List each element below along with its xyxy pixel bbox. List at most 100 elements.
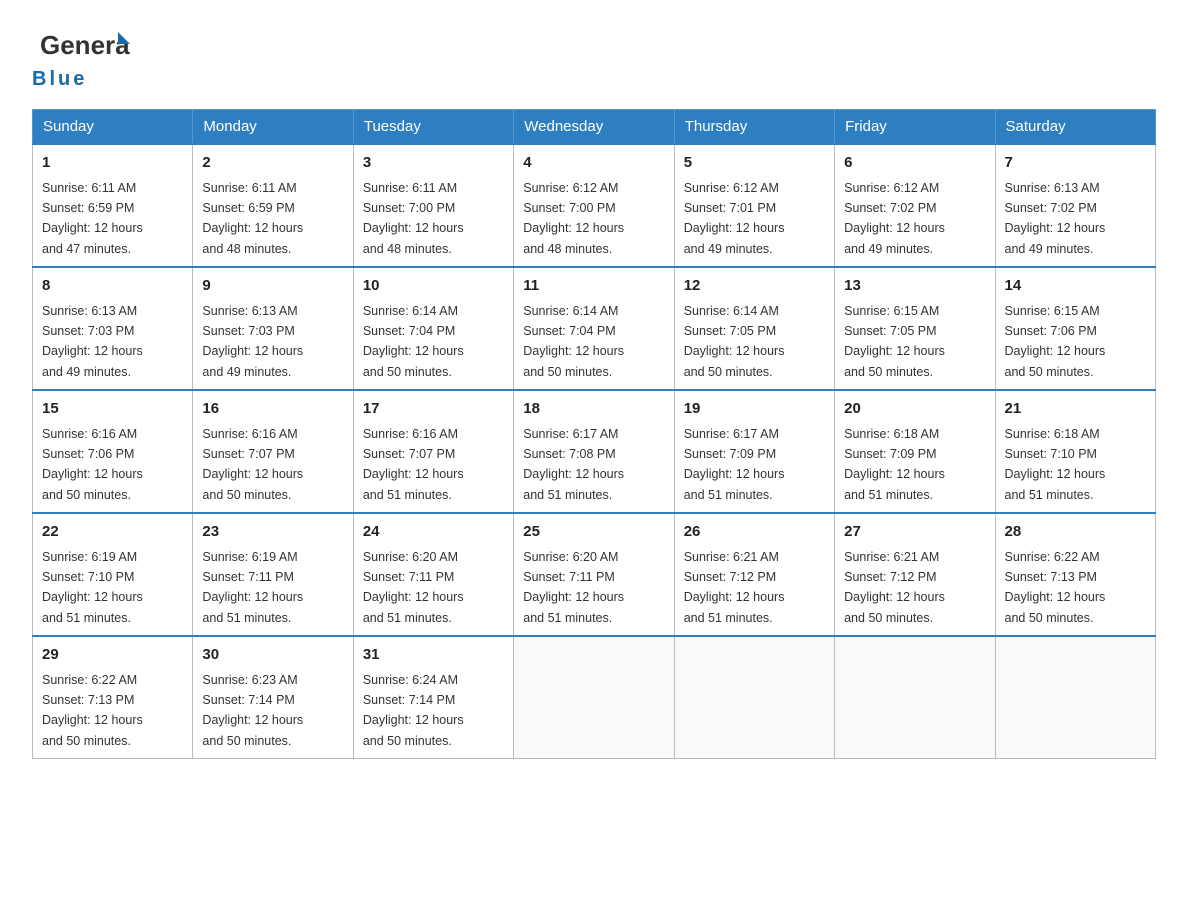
day-number: 1 [42,152,183,175]
day-info: Sunrise: 6:13 AMSunset: 7:02 PMDaylight:… [1005,181,1106,256]
calendar-header-row: SundayMondayTuesdayWednesdayThursdayFrid… [33,110,1156,145]
calendar-cell: 29 Sunrise: 6:22 AMSunset: 7:13 PMDaylig… [33,636,193,759]
day-info: Sunrise: 6:12 AMSunset: 7:02 PMDaylight:… [844,181,945,256]
day-info: Sunrise: 6:13 AMSunset: 7:03 PMDaylight:… [202,304,303,379]
day-number: 18 [523,398,664,421]
day-number: 11 [523,275,664,298]
day-number: 31 [363,644,504,667]
calendar-cell: 11 Sunrise: 6:14 AMSunset: 7:04 PMDaylig… [514,267,674,390]
day-info: Sunrise: 6:24 AMSunset: 7:14 PMDaylight:… [363,673,464,748]
day-info: Sunrise: 6:11 AMSunset: 6:59 PMDaylight:… [202,181,303,256]
day-number: 24 [363,521,504,544]
day-number: 20 [844,398,985,421]
logo: General Blue [32,24,130,91]
week-row-3: 15 Sunrise: 6:16 AMSunset: 7:06 PMDaylig… [33,390,1156,513]
logo-svg: General [40,24,130,68]
calendar-cell: 14 Sunrise: 6:15 AMSunset: 7:06 PMDaylig… [995,267,1155,390]
day-number: 12 [684,275,825,298]
day-info: Sunrise: 6:19 AMSunset: 7:11 PMDaylight:… [202,550,303,625]
calendar-cell: 30 Sunrise: 6:23 AMSunset: 7:14 PMDaylig… [193,636,353,759]
calendar-cell: 28 Sunrise: 6:22 AMSunset: 7:13 PMDaylig… [995,513,1155,636]
day-info: Sunrise: 6:14 AMSunset: 7:04 PMDaylight:… [363,304,464,379]
calendar-cell [514,636,674,759]
calendar-cell: 9 Sunrise: 6:13 AMSunset: 7:03 PMDayligh… [193,267,353,390]
calendar-cell: 15 Sunrise: 6:16 AMSunset: 7:06 PMDaylig… [33,390,193,513]
day-info: Sunrise: 6:16 AMSunset: 7:07 PMDaylight:… [202,427,303,502]
day-info: Sunrise: 6:23 AMSunset: 7:14 PMDaylight:… [202,673,303,748]
svg-text:General: General [40,30,130,60]
calendar-cell: 7 Sunrise: 6:13 AMSunset: 7:02 PMDayligh… [995,144,1155,267]
day-number: 7 [1005,152,1146,175]
week-row-2: 8 Sunrise: 6:13 AMSunset: 7:03 PMDayligh… [33,267,1156,390]
calendar-cell: 23 Sunrise: 6:19 AMSunset: 7:11 PMDaylig… [193,513,353,636]
day-info: Sunrise: 6:21 AMSunset: 7:12 PMDaylight:… [844,550,945,625]
day-number: 26 [684,521,825,544]
day-number: 10 [363,275,504,298]
logo-blue-line: Blue [32,68,130,91]
day-number: 21 [1005,398,1146,421]
day-number: 23 [202,521,343,544]
col-header-wednesday: Wednesday [514,110,674,145]
day-info: Sunrise: 6:12 AMSunset: 7:00 PMDaylight:… [523,181,624,256]
day-info: Sunrise: 6:11 AMSunset: 6:59 PMDaylight:… [42,181,143,256]
day-info: Sunrise: 6:17 AMSunset: 7:09 PMDaylight:… [684,427,785,502]
day-info: Sunrise: 6:18 AMSunset: 7:09 PMDaylight:… [844,427,945,502]
day-info: Sunrise: 6:19 AMSunset: 7:10 PMDaylight:… [42,550,143,625]
day-number: 17 [363,398,504,421]
day-number: 4 [523,152,664,175]
day-info: Sunrise: 6:22 AMSunset: 7:13 PMDaylight:… [1005,550,1106,625]
col-header-sunday: Sunday [33,110,193,145]
calendar-cell: 12 Sunrise: 6:14 AMSunset: 7:05 PMDaylig… [674,267,834,390]
day-info: Sunrise: 6:22 AMSunset: 7:13 PMDaylight:… [42,673,143,748]
day-number: 29 [42,644,183,667]
calendar-cell: 22 Sunrise: 6:19 AMSunset: 7:10 PMDaylig… [33,513,193,636]
calendar-cell: 17 Sunrise: 6:16 AMSunset: 7:07 PMDaylig… [353,390,513,513]
calendar-cell [835,636,995,759]
calendar-cell: 20 Sunrise: 6:18 AMSunset: 7:09 PMDaylig… [835,390,995,513]
day-number: 13 [844,275,985,298]
day-number: 5 [684,152,825,175]
day-info: Sunrise: 6:16 AMSunset: 7:07 PMDaylight:… [363,427,464,502]
day-info: Sunrise: 6:17 AMSunset: 7:08 PMDaylight:… [523,427,624,502]
day-info: Sunrise: 6:15 AMSunset: 7:06 PMDaylight:… [1005,304,1106,379]
day-info: Sunrise: 6:15 AMSunset: 7:05 PMDaylight:… [844,304,945,379]
day-number: 27 [844,521,985,544]
day-info: Sunrise: 6:14 AMSunset: 7:04 PMDaylight:… [523,304,624,379]
day-number: 14 [1005,275,1146,298]
day-info: Sunrise: 6:14 AMSunset: 7:05 PMDaylight:… [684,304,785,379]
col-header-tuesday: Tuesday [353,110,513,145]
day-number: 9 [202,275,343,298]
col-header-friday: Friday [835,110,995,145]
calendar-cell: 19 Sunrise: 6:17 AMSunset: 7:09 PMDaylig… [674,390,834,513]
calendar-cell: 6 Sunrise: 6:12 AMSunset: 7:02 PMDayligh… [835,144,995,267]
day-number: 15 [42,398,183,421]
day-info: Sunrise: 6:20 AMSunset: 7:11 PMDaylight:… [363,550,464,625]
calendar-cell: 5 Sunrise: 6:12 AMSunset: 7:01 PMDayligh… [674,144,834,267]
calendar-cell: 21 Sunrise: 6:18 AMSunset: 7:10 PMDaylig… [995,390,1155,513]
calendar-cell: 27 Sunrise: 6:21 AMSunset: 7:12 PMDaylig… [835,513,995,636]
col-header-monday: Monday [193,110,353,145]
week-row-5: 29 Sunrise: 6:22 AMSunset: 7:13 PMDaylig… [33,636,1156,759]
calendar-cell: 31 Sunrise: 6:24 AMSunset: 7:14 PMDaylig… [353,636,513,759]
calendar-cell: 13 Sunrise: 6:15 AMSunset: 7:05 PMDaylig… [835,267,995,390]
calendar-table: SundayMondayTuesdayWednesdayThursdayFrid… [32,109,1156,759]
day-number: 8 [42,275,183,298]
day-info: Sunrise: 6:16 AMSunset: 7:06 PMDaylight:… [42,427,143,502]
week-row-1: 1 Sunrise: 6:11 AMSunset: 6:59 PMDayligh… [33,144,1156,267]
calendar-cell [674,636,834,759]
calendar-cell: 26 Sunrise: 6:21 AMSunset: 7:12 PMDaylig… [674,513,834,636]
col-header-thursday: Thursday [674,110,834,145]
day-info: Sunrise: 6:11 AMSunset: 7:00 PMDaylight:… [363,181,464,256]
day-number: 25 [523,521,664,544]
col-header-saturday: Saturday [995,110,1155,145]
day-number: 16 [202,398,343,421]
day-number: 3 [363,152,504,175]
calendar-cell: 4 Sunrise: 6:12 AMSunset: 7:00 PMDayligh… [514,144,674,267]
day-number: 30 [202,644,343,667]
day-info: Sunrise: 6:13 AMSunset: 7:03 PMDaylight:… [42,304,143,379]
day-info: Sunrise: 6:18 AMSunset: 7:10 PMDaylight:… [1005,427,1106,502]
calendar-cell: 8 Sunrise: 6:13 AMSunset: 7:03 PMDayligh… [33,267,193,390]
calendar-cell: 24 Sunrise: 6:20 AMSunset: 7:11 PMDaylig… [353,513,513,636]
day-info: Sunrise: 6:20 AMSunset: 7:11 PMDaylight:… [523,550,624,625]
calendar-cell: 10 Sunrise: 6:14 AMSunset: 7:04 PMDaylig… [353,267,513,390]
